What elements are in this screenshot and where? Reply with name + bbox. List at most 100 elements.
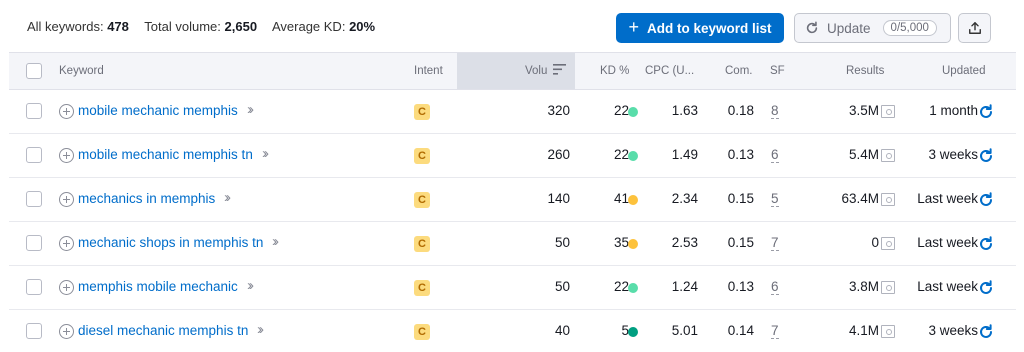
update-label: Update [827, 20, 871, 36]
kd-value: 22 [613, 103, 629, 118]
row-checkbox[interactable] [26, 323, 42, 339]
keyword-link[interactable]: memphis mobile mechanic [78, 279, 238, 294]
serp-preview-icon[interactable] [881, 237, 895, 250]
column-header-volume[interactable]: Volu [525, 53, 566, 89]
kd-difficulty-dot-icon [628, 239, 638, 249]
kd-value: 22 [613, 147, 629, 162]
add-keyword-plus-icon[interactable] [59, 280, 74, 295]
column-header-results[interactable]: Results [846, 53, 884, 89]
add-keyword-plus-icon[interactable] [59, 104, 74, 119]
column-header-intent[interactable]: Intent [414, 53, 443, 89]
kd-value: 22 [613, 279, 629, 294]
keyword-link[interactable]: diesel mechanic memphis tn [78, 323, 248, 338]
column-header-kd[interactable]: KD % [600, 53, 629, 89]
volume-value: 320 [547, 103, 570, 118]
table-row: mechanics in memphis ›› C 140 41 2.34 0.… [9, 178, 1016, 222]
serp-features-count[interactable]: 7 [771, 235, 779, 251]
serp-features-count[interactable]: 6 [771, 279, 779, 295]
keyword-link[interactable]: mobile mechanic memphis [78, 103, 238, 118]
updated-value: Last week [917, 279, 978, 294]
results-value: 0 [871, 235, 879, 250]
kd-difficulty-dot-icon [628, 327, 638, 337]
all-keywords-stat: All keywords: 478 [27, 19, 129, 34]
summary-stats: All keywords: 478 Total volume: 2,650 Av… [27, 19, 387, 34]
volume-value: 50 [554, 279, 570, 294]
add-keyword-plus-icon[interactable] [59, 324, 74, 339]
kd-value: 35 [613, 235, 629, 250]
kd-value: 41 [613, 191, 629, 206]
serp-preview-icon[interactable] [881, 281, 895, 294]
table-row: diesel mechanic memphis tn ›› C 40 5 5.0… [9, 310, 1016, 352]
table-row: mobile mechanic memphis tn ›› C 260 22 1… [9, 134, 1016, 178]
serp-preview-icon[interactable] [881, 325, 895, 338]
update-button[interactable]: Update 0/5,000 [794, 13, 951, 43]
keyword-link[interactable]: mobile mechanic memphis tn [78, 147, 253, 162]
table-row: mechanic shops in memphis tn ›› C 50 35 … [9, 222, 1016, 266]
serp-preview-icon[interactable] [881, 149, 895, 162]
refresh-row-icon[interactable] [978, 192, 994, 208]
add-keyword-plus-icon[interactable] [59, 148, 74, 163]
keyword-link[interactable]: mechanic shops in memphis tn [78, 235, 263, 250]
keyword-overview-chevrons-icon[interactable]: ›› [224, 189, 231, 206]
keyword-overview-chevrons-icon[interactable]: ›› [262, 145, 269, 162]
add-keyword-plus-icon[interactable] [59, 192, 74, 207]
row-checkbox[interactable] [26, 279, 42, 295]
competition-value: 0.13 [727, 147, 754, 162]
refresh-row-icon[interactable] [978, 324, 994, 340]
updated-value: Last week [917, 191, 978, 206]
select-all-checkbox[interactable] [26, 63, 42, 79]
keyword-overview-chevrons-icon[interactable]: ›› [272, 233, 279, 250]
serp-features-count[interactable]: 6 [771, 147, 779, 163]
column-header-sf[interactable]: SF [770, 53, 785, 89]
total-volume-stat: Total volume: 2,650 [144, 19, 257, 34]
volume-value: 260 [547, 147, 570, 162]
serp-features-count[interactable]: 7 [771, 323, 779, 339]
results-value: 63.4M [841, 191, 879, 206]
keyword-link[interactable]: mechanics in memphis [78, 191, 215, 206]
total-volume-value: 2,650 [224, 19, 258, 34]
column-header-cpc[interactable]: CPC (U... [645, 53, 694, 89]
row-checkbox[interactable] [26, 147, 42, 163]
updated-value: 3 weeks [928, 147, 978, 162]
refresh-row-icon[interactable] [978, 280, 994, 296]
updated-value: 1 month [929, 103, 978, 118]
keyword-overview-chevrons-icon[interactable]: ›› [247, 101, 254, 118]
volume-value: 40 [554, 323, 570, 338]
competition-value: 0.14 [727, 323, 754, 338]
export-button[interactable] [958, 13, 991, 43]
keyword-overview-chevrons-icon[interactable]: ›› [257, 321, 264, 338]
plus-icon: + [628, 17, 639, 37]
table-row: memphis mobile mechanic ›› C 50 22 1.24 … [9, 266, 1016, 310]
row-checkbox[interactable] [26, 191, 42, 207]
serp-preview-icon[interactable] [881, 105, 895, 118]
intent-badge: C [414, 236, 430, 252]
results-value: 5.4M [848, 147, 879, 162]
serp-features-count[interactable]: 5 [771, 191, 779, 207]
add-to-keyword-list-button[interactable]: + Add to keyword list [616, 13, 784, 43]
intent-badge: C [414, 280, 430, 296]
table-row: mobile mechanic memphis ›› C 320 22 1.63… [9, 90, 1016, 134]
serp-preview-icon[interactable] [881, 193, 895, 206]
results-value: 3.5M [848, 103, 879, 118]
keyword-overview-chevrons-icon[interactable]: ›› [247, 277, 254, 294]
add-keyword-plus-icon[interactable] [59, 236, 74, 251]
cpc-value: 1.63 [671, 103, 698, 118]
add-to-keyword-list-label: Add to keyword list [647, 20, 772, 36]
row-checkbox[interactable] [26, 103, 42, 119]
serp-features-count[interactable]: 8 [771, 103, 779, 119]
average-kd-label: Average KD: [271, 19, 346, 34]
table-toolbar: All keywords: 478 Total volume: 2,650 Av… [9, 0, 1016, 52]
column-header-com[interactable]: Com. [725, 53, 752, 89]
intent-badge: C [414, 192, 430, 208]
column-header-keyword[interactable]: Keyword [59, 53, 104, 89]
all-keywords-value: 478 [107, 19, 129, 34]
volume-value: 140 [547, 191, 570, 206]
refresh-row-icon[interactable] [978, 236, 994, 252]
results-value: 3.8M [848, 279, 879, 294]
row-checkbox[interactable] [26, 235, 42, 251]
refresh-row-icon[interactable] [978, 148, 994, 164]
refresh-row-icon[interactable] [978, 104, 994, 120]
column-header-updated[interactable]: Updated [942, 53, 985, 89]
table-header: Keyword Intent Volu KD % CPC (U... Com. … [9, 52, 1016, 90]
intent-badge: C [414, 148, 430, 164]
